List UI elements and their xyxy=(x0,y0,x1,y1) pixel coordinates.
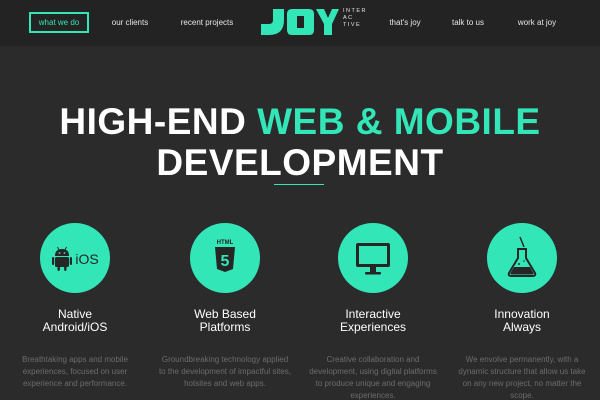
html5-icon: HTML 5 xyxy=(190,223,260,293)
feature-title: Native Android/iOS xyxy=(42,307,108,334)
nav-item-talk-to-us[interactable]: talk to us xyxy=(448,12,488,33)
feature-description: Groundbreaking technology applied to the… xyxy=(158,355,292,388)
joy-interactive-logo[interactable]: INTER AC TIVE xyxy=(259,6,367,40)
nav-item-what-we-do[interactable]: what we do xyxy=(29,12,89,33)
nav-item-our-clients[interactable]: our clients xyxy=(104,12,156,33)
nav-item-recent-projects[interactable]: recent projects xyxy=(176,12,238,33)
feature-description: We envolve permanently, with a dynamic s… xyxy=(458,355,586,400)
html5-number: 5 xyxy=(221,253,230,270)
feature-title: Interactive Experiences xyxy=(339,307,407,334)
feature-title: Web Based Platforms xyxy=(194,307,256,334)
flask-icon xyxy=(487,223,557,293)
joy-logo-mark xyxy=(261,9,339,35)
android-ios-icon: iOS xyxy=(40,223,110,293)
feature-description: Creative collaboration and development, … xyxy=(309,355,437,400)
ios-icon-label: iOS xyxy=(75,251,98,267)
hero-line-1: HIGH-END WEB & MOBILE xyxy=(59,101,541,142)
logo-tagline: INTER AC TIVE xyxy=(343,8,367,29)
html-icon-label: HTML xyxy=(217,240,234,246)
hero-headline: HIGH-END WEB & MOBILE DEVELOPMENT xyxy=(0,101,600,183)
nav-item-work-at-joy[interactable]: work at joy xyxy=(512,12,562,33)
feature-title: Innovation Always xyxy=(494,307,550,334)
hero-line-2: DEVELOPMENT xyxy=(156,142,444,183)
top-navigation: what we do our clients recent projects I… xyxy=(0,0,600,46)
feature-description: Breathtaking apps and mobile experiences… xyxy=(22,355,128,388)
hero-divider xyxy=(274,184,324,185)
monitor-icon xyxy=(338,223,408,293)
nav-item-thats-joy[interactable]: that's joy xyxy=(384,12,426,33)
